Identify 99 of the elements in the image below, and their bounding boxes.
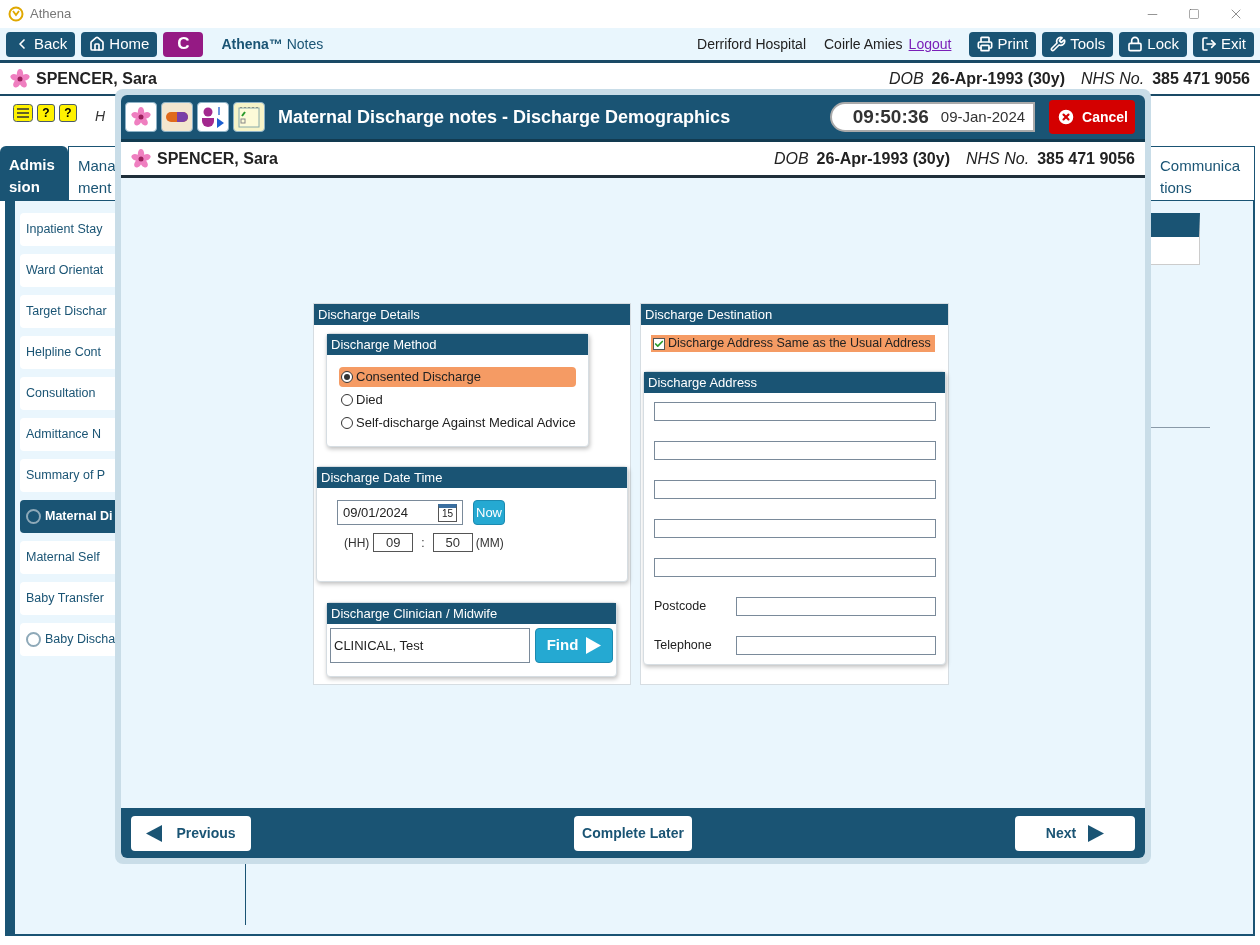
text-field[interactable]	[736, 636, 936, 655]
help-badge[interactable]: ?	[37, 104, 55, 122]
dialog-title: Maternal Discharge notes - Discharge Demographics	[278, 105, 731, 129]
hour-field[interactable]: 09	[373, 533, 414, 552]
radio-button	[341, 371, 353, 383]
maximize-icon[interactable]	[1188, 8, 1200, 20]
address-field[interactable]	[654, 480, 936, 499]
play-icon	[586, 637, 602, 654]
radio-option[interactable]: Consented Discharge	[339, 367, 576, 387]
alert-text: H	[95, 107, 106, 126]
patient-name: SPENCER, Sara	[157, 148, 278, 169]
padlock-icon	[1127, 36, 1144, 52]
close-circle-icon	[1056, 107, 1077, 127]
radio-option[interactable]: Self-discharge Against Medical Advice	[339, 413, 576, 433]
clock-time: 09:50:36	[852, 104, 929, 129]
person-arrow-icon	[200, 105, 226, 129]
sidebar-item[interactable]: Consultation	[20, 377, 116, 410]
nhs-value: 385 471 9056	[1152, 68, 1250, 89]
lock-button[interactable]: Lock	[1119, 31, 1187, 57]
same-address-checkbox[interactable]: Discharge Address Same as the Usual Address	[651, 335, 935, 352]
cancel-button[interactable]: Cancel	[1049, 100, 1135, 134]
minute-field[interactable]: 50	[432, 533, 473, 552]
house-icon	[89, 36, 106, 52]
exit-icon	[1201, 36, 1217, 52]
flower-icon	[131, 148, 151, 169]
clock-date: 09-Jan-2024	[940, 106, 1026, 127]
notepad-icon	[238, 106, 260, 128]
user-name: Coirle Amies	[824, 34, 903, 54]
print-button[interactable]: Print	[969, 31, 1037, 57]
patient-name: SPENCER, Sara	[36, 68, 157, 89]
nhs-label: NHS No.	[1081, 68, 1145, 89]
flower-tile[interactable]	[125, 102, 157, 132]
dob-value: 26-Apr-1993 (30y)	[816, 148, 950, 169]
notes-tile[interactable]	[233, 102, 265, 132]
exit-button[interactable]: Exit	[1193, 31, 1254, 57]
help-badge[interactable]: ?	[59, 104, 77, 122]
clinician-field[interactable]: CLINICAL, Test	[330, 628, 530, 663]
list-alert-icon[interactable]	[13, 104, 33, 122]
tab[interactable]: Communica tions	[1150, 146, 1255, 201]
tab[interactable]: Mana ment	[68, 146, 118, 201]
section-header: Discharge Address	[644, 372, 945, 393]
sidebar-item[interactable]: Maternal Di	[20, 500, 116, 533]
address-field[interactable]	[654, 519, 936, 538]
printer-icon	[977, 36, 994, 52]
tools-button[interactable]: Tools	[1042, 31, 1114, 57]
forward-triangle-icon	[1088, 824, 1105, 842]
sidebar-item[interactable]: Target Dischar	[20, 295, 116, 328]
dob-label: DOB	[888, 68, 924, 89]
sidebar-item[interactable]: Baby Discha	[20, 623, 116, 656]
flower-icon	[131, 107, 151, 127]
hour-label: (HH)	[344, 534, 370, 552]
nhs-label: NHS No.	[966, 148, 1030, 169]
baby-tile[interactable]	[197, 102, 229, 132]
address-field[interactable]	[654, 441, 936, 460]
minute-label: (MM)	[475, 534, 504, 552]
section-header: Discharge Date Time	[317, 467, 627, 488]
wrench-icon	[1050, 36, 1067, 52]
next-button[interactable]: Next	[1015, 815, 1135, 851]
medication-tile[interactable]	[161, 102, 193, 132]
app-name: Athena™ Notes	[221, 34, 324, 54]
sidebar-item[interactable]: Maternal Self	[20, 541, 116, 574]
section-header: Discharge Method	[327, 334, 588, 355]
flower-icon	[10, 68, 30, 89]
sidebar-item[interactable]: Ward Orientat	[20, 254, 116, 287]
address-field[interactable]	[654, 558, 936, 577]
section-header: Discharge Details	[314, 304, 630, 325]
radio-option[interactable]: Died	[339, 390, 576, 410]
sidebar-item[interactable]: Admittance N	[20, 418, 116, 451]
app-logo-icon	[8, 6, 24, 22]
radio-button	[341, 417, 353, 429]
back-triangle-icon	[146, 824, 163, 842]
tab[interactable]: Admis sion	[0, 146, 68, 201]
checkbox	[653, 337, 665, 350]
previous-button[interactable]: Previous	[131, 815, 251, 851]
section-header: Discharge Destination	[641, 304, 948, 325]
time-separator: :	[421, 534, 425, 552]
address-field[interactable]	[654, 402, 936, 421]
complete-later-button[interactable]: Complete Later	[574, 815, 692, 851]
nhs-value: 385 471 9056	[1037, 148, 1135, 169]
sidebar-item[interactable]: Summary of P	[20, 459, 116, 492]
date-field[interactable]: 09/01/2024 15	[337, 500, 463, 525]
calendar-icon[interactable]: 15	[438, 503, 457, 522]
sidebar-item[interactable]: Baby Transfer	[20, 582, 116, 615]
user-badge[interactable]: C	[163, 31, 204, 57]
field-label: Postcode	[654, 598, 707, 616]
dob-value: 26-Apr-1993 (30y)	[931, 68, 1065, 89]
hospital-name: Derriford Hospital	[697, 34, 806, 54]
sidebar-item[interactable]: Inpatient Stay	[20, 213, 116, 246]
field-label: Telephone	[654, 637, 712, 655]
sidebar-item[interactable]: Helpline Cont	[20, 336, 116, 369]
back-button[interactable]: Back	[6, 31, 76, 57]
home-button[interactable]: Home	[81, 31, 158, 57]
logout-link[interactable]: Logout	[908, 33, 952, 55]
section-header: Discharge Clinician / Midwife	[327, 603, 616, 624]
radio-button	[341, 394, 353, 406]
window-title: Athena	[30, 5, 72, 24]
text-field[interactable]	[736, 597, 936, 616]
dob-label: DOB	[773, 148, 809, 169]
capsule-icon	[165, 111, 189, 123]
